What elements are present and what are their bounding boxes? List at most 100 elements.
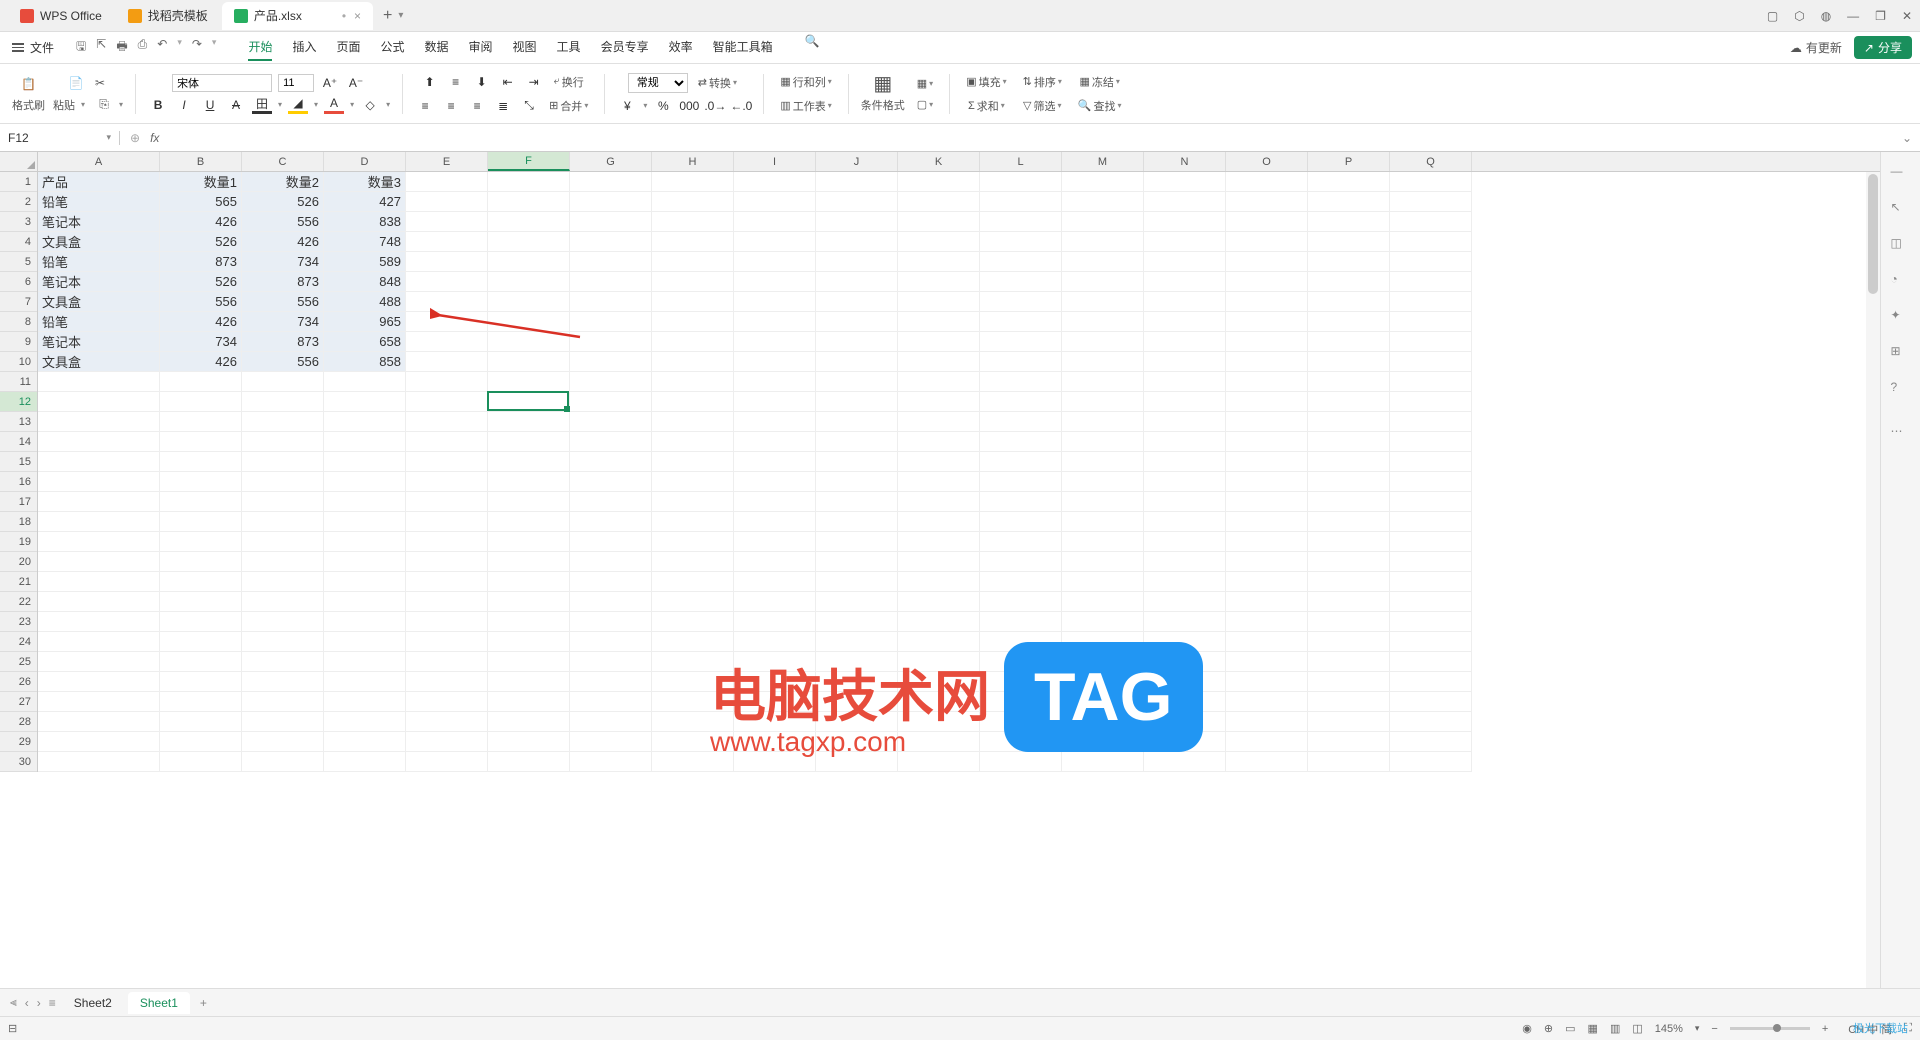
cell-A21[interactable] (38, 572, 160, 592)
print-preview-icon[interactable]: ⎙ (138, 37, 148, 58)
cell-O30[interactable] (1226, 752, 1308, 772)
cell-I17[interactable] (734, 492, 816, 512)
font-color-button[interactable]: A (324, 96, 344, 114)
row-header-21[interactable]: 21 (0, 572, 37, 592)
cell-N15[interactable] (1144, 452, 1226, 472)
namebox-caret-icon[interactable]: ▾ (106, 132, 111, 143)
cell-F4[interactable] (488, 232, 570, 252)
cell-Q23[interactable] (1390, 612, 1472, 632)
increase-font-icon[interactable]: A⁺ (320, 74, 340, 92)
cell-H7[interactable] (652, 292, 734, 312)
panel-icon[interactable]: ▢ (1767, 9, 1778, 23)
table-style-icon[interactable]: ▦▾ (913, 75, 937, 92)
avatar-icon[interactable]: ◍ (1821, 9, 1831, 23)
name-box[interactable]: F12 ▾ (0, 131, 120, 145)
cell-I24[interactable] (734, 632, 816, 652)
cell-M17[interactable] (1062, 492, 1144, 512)
col-header-M[interactable]: M (1062, 152, 1144, 171)
cell-J2[interactable] (816, 192, 898, 212)
copy-icon[interactable]: ⎘ (95, 96, 113, 114)
cell-A25[interactable] (38, 652, 160, 672)
cell-D14[interactable] (324, 432, 406, 452)
cell-K15[interactable] (898, 452, 980, 472)
cell-B3[interactable]: 426 (160, 212, 242, 232)
align-right-icon[interactable]: ≡ (467, 97, 487, 115)
cell-O9[interactable] (1226, 332, 1308, 352)
orientation-icon[interactable]: ⤡ (519, 97, 539, 115)
cell-J24[interactable] (816, 632, 898, 652)
cell-D15[interactable] (324, 452, 406, 472)
cell-B4[interactable]: 526 (160, 232, 242, 252)
cell-B21[interactable] (160, 572, 242, 592)
cell-L20[interactable] (980, 552, 1062, 572)
cell-G11[interactable] (570, 372, 652, 392)
row-header-19[interactable]: 19 (0, 532, 37, 552)
row-header-17[interactable]: 17 (0, 492, 37, 512)
cell-B9[interactable]: 734 (160, 332, 242, 352)
sheet-nav-next-icon[interactable]: › (35, 996, 43, 1010)
cell-G5[interactable] (570, 252, 652, 272)
cell-O8[interactable] (1226, 312, 1308, 332)
cell-O25[interactable] (1226, 652, 1308, 672)
align-center-icon[interactable]: ≡ (441, 97, 461, 115)
tab-view[interactable]: 视图 (513, 34, 537, 61)
print-icon[interactable]: 🖶 (116, 37, 127, 58)
cell-E21[interactable] (406, 572, 488, 592)
cell-E2[interactable] (406, 192, 488, 212)
cell-F17[interactable] (488, 492, 570, 512)
add-sheet-button[interactable]: + (200, 996, 207, 1010)
cell-D27[interactable] (324, 692, 406, 712)
bold-button[interactable]: B (148, 96, 168, 114)
cell-B14[interactable] (160, 432, 242, 452)
cell-F14[interactable] (488, 432, 570, 452)
cell-P7[interactable] (1308, 292, 1390, 312)
cell-O29[interactable] (1226, 732, 1308, 752)
cell-I14[interactable] (734, 432, 816, 452)
cell-C1[interactable]: 数量2 (242, 172, 324, 192)
cell-L13[interactable] (980, 412, 1062, 432)
cell-J16[interactable] (816, 472, 898, 492)
cell-N22[interactable] (1144, 592, 1226, 612)
cut-icon[interactable]: ✂ (91, 74, 109, 92)
cell-H5[interactable] (652, 252, 734, 272)
cell-A11[interactable] (38, 372, 160, 392)
cell-M20[interactable] (1062, 552, 1144, 572)
cell-A23[interactable] (38, 612, 160, 632)
cell-C18[interactable] (242, 512, 324, 532)
cell-P13[interactable] (1308, 412, 1390, 432)
split-view-icon[interactable]: ◫ (1632, 1022, 1642, 1035)
sum-button[interactable]: Σ 求和▾ (964, 96, 1009, 116)
cell-H11[interactable] (652, 372, 734, 392)
cell-M11[interactable] (1062, 372, 1144, 392)
maximize-button[interactable]: ❐ (1875, 9, 1886, 23)
cell-P29[interactable] (1308, 732, 1390, 752)
cell-K21[interactable] (898, 572, 980, 592)
clear-caret-icon[interactable]: ▾ (386, 100, 390, 109)
cell-N16[interactable] (1144, 472, 1226, 492)
tab-smart[interactable]: 智能工具箱 (713, 34, 773, 61)
tab-start[interactable]: 开始 (248, 34, 272, 61)
select-tool-icon[interactable]: ↖ (1891, 200, 1911, 220)
cell-M4[interactable] (1062, 232, 1144, 252)
tab-tools[interactable]: 工具 (557, 34, 581, 61)
col-header-L[interactable]: L (980, 152, 1062, 171)
cell-C15[interactable] (242, 452, 324, 472)
cell-F15[interactable] (488, 452, 570, 472)
cell-H13[interactable] (652, 412, 734, 432)
cell-J17[interactable] (816, 492, 898, 512)
row-header-12[interactable]: 12 (0, 392, 37, 412)
zoom-caret-icon[interactable]: ▾ (1695, 1023, 1700, 1034)
col-header-O[interactable]: O (1226, 152, 1308, 171)
cell-G6[interactable] (570, 272, 652, 292)
cell-F25[interactable] (488, 652, 570, 672)
cell-E19[interactable] (406, 532, 488, 552)
cell-P5[interactable] (1308, 252, 1390, 272)
cell-O19[interactable] (1226, 532, 1308, 552)
cell-C26[interactable] (242, 672, 324, 692)
cell-B28[interactable] (160, 712, 242, 732)
cell-F10[interactable] (488, 352, 570, 372)
cell-P28[interactable] (1308, 712, 1390, 732)
cell-E9[interactable] (406, 332, 488, 352)
cell-Q28[interactable] (1390, 712, 1472, 732)
cell-C8[interactable]: 734 (242, 312, 324, 332)
